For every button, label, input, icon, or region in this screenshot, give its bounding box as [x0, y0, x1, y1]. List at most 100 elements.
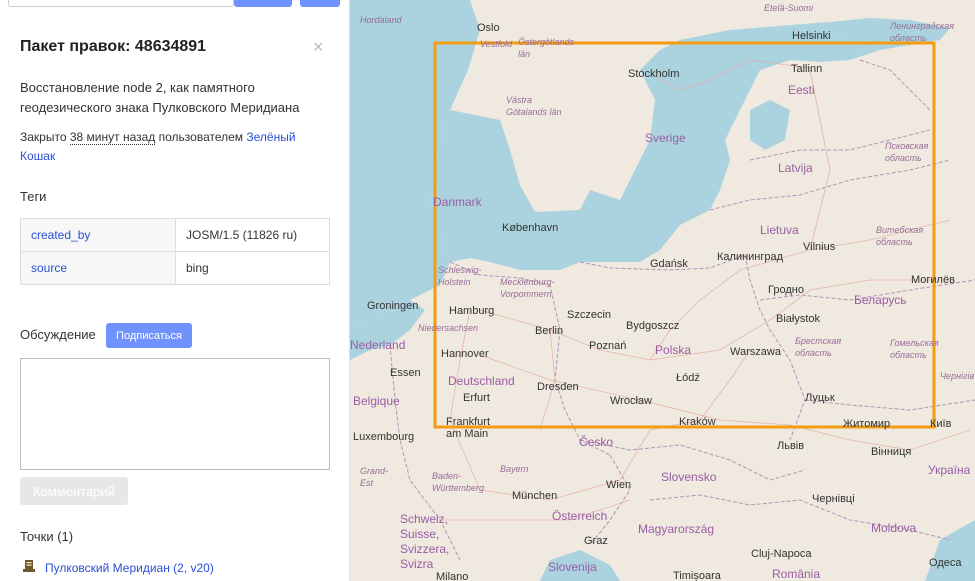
map-label-city: Gdańsk: [650, 258, 688, 270]
map-label-city: Graz: [584, 535, 608, 547]
map-label-city: Вінниця: [871, 446, 912, 458]
map-label-country: Österreich: [552, 509, 608, 523]
map-label-region: Mecklenburg-Vorpommern: [500, 277, 555, 299]
map-label-country: Danmark: [433, 195, 482, 209]
discussion-heading: Обсуждение: [20, 327, 96, 342]
map-label-country: Polska: [655, 343, 692, 357]
changeset-comment: Восстановление node 2, как памятного гео…: [20, 80, 300, 115]
map-label-city: Hamburg: [449, 305, 495, 317]
map-label-city: Житомир: [843, 418, 891, 430]
comment-textarea[interactable]: [20, 358, 330, 470]
map-label-city: Калининград: [717, 251, 784, 263]
map-label-city: Kraków: [679, 416, 716, 428]
search-input[interactable]: [8, 0, 234, 7]
map-label-city: Могилёв: [911, 274, 955, 286]
tag-value: JOSM/1.5 (11826 ru): [175, 218, 330, 252]
map-label-city: Bydgoszcz: [626, 320, 680, 332]
map-label-city: München: [512, 490, 558, 502]
map-label-city: Poznań: [589, 340, 627, 352]
closed-time: 38 минут назад: [69, 130, 156, 145]
map-label-city: Essen: [390, 367, 421, 379]
map-label-region: Etelä-Suomi: [764, 3, 814, 13]
changeset-sidebar: Пакет правок: 48634891 × Восстановление …: [0, 0, 350, 581]
comment-button[interactable]: Комментарий: [20, 477, 128, 505]
map-label-country: Belgique: [353, 394, 400, 408]
map-label-city: Гродно: [768, 284, 804, 296]
tag-key[interactable]: created_by: [20, 218, 176, 252]
map-label-country: Magyarország: [638, 522, 715, 536]
map-label-city: Луцьк: [805, 392, 835, 404]
tag-key[interactable]: source: [20, 251, 176, 285]
map-label-city: Berlin: [535, 325, 564, 337]
changeset-title: Пакет правок: 48634891: [20, 38, 207, 55]
map-label-country: România: [772, 567, 821, 581]
map-label-city: Львів: [777, 440, 805, 452]
search-button[interactable]: [234, 0, 292, 7]
map-label-city: Groningen: [367, 300, 419, 312]
map-label-city: Dresden: [537, 381, 579, 393]
map-label-region: Чернігів: [940, 371, 975, 381]
map-label-region: Niedersachsen: [418, 323, 479, 333]
map-label-region: Baden-Württemberg: [432, 471, 485, 493]
map-label-city: Tallinn: [791, 63, 823, 75]
map-label-region: Västra Götalands län: [506, 95, 562, 117]
map-label-region: Grand-Est: [360, 466, 389, 488]
map-label-region: Псковская область: [885, 141, 929, 163]
map-label-region: Bayern: [500, 464, 529, 474]
map-label-city: Wien: [606, 479, 632, 491]
map-view[interactable]: Oslo Etelä-Suomi Helsinki Ленинградская …: [350, 0, 975, 581]
map-label-country: Sverige: [645, 131, 686, 145]
map-label-country: Lietuva: [760, 223, 799, 237]
map-label-city: København: [502, 222, 559, 234]
map-label-country: Latvija: [778, 161, 813, 175]
directions-button[interactable]: [300, 0, 340, 7]
map-label-city: Warszawa: [730, 346, 781, 358]
map-label-city: Luxembourg: [353, 431, 415, 443]
map-label-country: Deutschland: [448, 374, 515, 388]
tags-table: created_by JOSM/1.5 (11826 ru) source bi…: [20, 218, 330, 285]
close-icon[interactable]: ×: [313, 37, 324, 57]
map-label-city: Milano: [436, 571, 469, 581]
app-window: Пакет правок: 48634891 × Восстановление …: [0, 0, 975, 581]
map-label-city: Helsinki: [792, 30, 831, 42]
closed-prefix: Закрыто: [20, 130, 67, 144]
closed-by-label: пользователем: [158, 130, 244, 144]
map-label-country: Česko: [579, 435, 614, 449]
map-label-city: Erfurt: [463, 392, 490, 404]
map-label-city: Чернівці: [812, 493, 855, 505]
map-label-country: Україна: [928, 463, 971, 477]
points-heading: Точки (1): [20, 529, 74, 544]
map-label-city: Київ: [930, 418, 952, 430]
point-link[interactable]: Пулковский Меридиан (2, v20): [45, 561, 214, 575]
map-label-region: Ленинградская область: [890, 21, 955, 43]
map-label-region: Östergötlands län: [518, 37, 575, 59]
table-row: created_by JOSM/1.5 (11826 ru): [20, 218, 330, 252]
tag-value: bing: [175, 251, 330, 285]
map-label-region: Брестская область: [795, 336, 842, 358]
map-label-region: Гомельская область: [890, 338, 939, 360]
map-label-city: Hannover: [441, 348, 489, 360]
map-label-region: Schleswig-Holstein: [438, 265, 482, 287]
monument-icon: [23, 560, 35, 572]
subscribe-button[interactable]: Подписаться: [106, 323, 192, 348]
map-label-city: Stockholm: [628, 68, 680, 80]
map-label-country: Nederland: [350, 338, 406, 352]
search-bar: [0, 0, 349, 7]
map-label-city: Frankfurt am Main: [446, 416, 491, 440]
map-label-country: Slovenija: [548, 560, 597, 574]
baltic-sea: [430, 25, 880, 270]
map-label-country: Schweiz, Suisse, Svizzera, Svizra: [400, 512, 450, 571]
gulf-of-riga: [750, 100, 790, 150]
map-label-city: Wrocław: [610, 395, 652, 407]
closed-info: Закрыто 38 минут назад пользователем Зел…: [20, 128, 320, 166]
tags-heading: Теги: [20, 189, 47, 204]
map-label-country: Беларусь: [854, 293, 907, 307]
map-label-city: Białystok: [776, 313, 821, 325]
map-label-city: Vilnius: [803, 241, 836, 253]
map-label-region: Hordaland: [360, 15, 402, 25]
map-label-country: Moldova: [871, 521, 917, 535]
map-label-city: Szczecin: [567, 309, 612, 321]
black-sea: [925, 520, 975, 581]
map-label-city: Oslo: [477, 22, 500, 34]
map-label-region: Vestfold: [480, 39, 513, 49]
